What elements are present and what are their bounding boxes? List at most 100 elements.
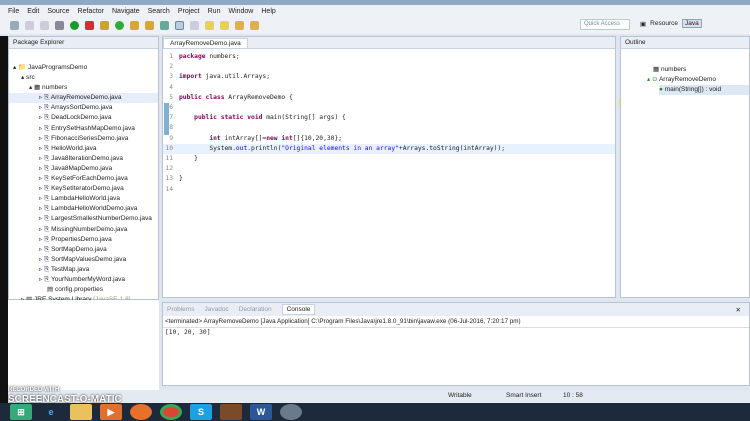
skype-icon[interactable]: S bbox=[190, 404, 212, 420]
code-area[interactable]: 1 package numbers; 2 3 import java.util.Arra… bbox=[163, 49, 615, 195]
save-icon[interactable] bbox=[25, 21, 34, 30]
tree-file[interactable]: ▹ ⎘ PropertiesDemo.java bbox=[9, 235, 158, 245]
project-label: JavaProgramsDemo bbox=[27, 64, 88, 71]
menu-project[interactable]: Project bbox=[178, 8, 200, 15]
menu-search[interactable]: Search bbox=[148, 8, 170, 15]
open-task-icon[interactable] bbox=[145, 21, 154, 30]
new-package-icon[interactable] bbox=[100, 21, 109, 30]
menu-source[interactable]: Source bbox=[47, 8, 69, 15]
status-cursor-position: 10 : 58 bbox=[563, 392, 583, 399]
menu-bar: File Edit Source Refactor Navigate Searc… bbox=[0, 5, 750, 17]
start-icon[interactable]: ⊞ bbox=[10, 404, 32, 420]
code-text: int intArray[]=new int[]{10,20,30}; bbox=[209, 134, 343, 142]
editor-tab[interactable]: ArrayRemoveDemo.java bbox=[163, 38, 248, 48]
menu-window[interactable]: Window bbox=[228, 8, 253, 15]
back-icon[interactable] bbox=[235, 21, 244, 30]
perspective-java[interactable]: Java bbox=[681, 19, 702, 28]
file-label: FibonacciSeriesDemo.java bbox=[51, 134, 129, 142]
outline-class-label: ArrayRemoveDemo bbox=[658, 76, 717, 83]
menu-edit[interactable]: Edit bbox=[27, 8, 39, 15]
menu-file[interactable]: File bbox=[8, 8, 19, 15]
debug-icon[interactable] bbox=[55, 21, 64, 30]
external-tools-icon[interactable] bbox=[85, 21, 94, 30]
file-label: MissingNumberDemo.java bbox=[51, 225, 128, 233]
perspective-resource[interactable]: Resource bbox=[650, 20, 678, 27]
print-icon[interactable] bbox=[40, 21, 49, 30]
tree-file[interactable]: ▹ ⎘ DeadLockDemo.java bbox=[9, 113, 158, 123]
open-perspective-icon[interactable]: ▣ bbox=[640, 20, 646, 28]
run-icon[interactable] bbox=[70, 21, 79, 30]
outline-tab[interactable]: Outline bbox=[625, 39, 646, 46]
quick-access-input[interactable]: Quick Access bbox=[580, 19, 630, 30]
word-icon[interactable]: W bbox=[250, 404, 272, 420]
tree-file[interactable]: ▹ ⎘ Java8MapDemo.java bbox=[9, 164, 158, 174]
file-label: PropertiesDemo.java bbox=[51, 235, 112, 243]
menu-run[interactable]: Run bbox=[208, 8, 221, 15]
package-explorer-tab[interactable]: Package Explorer bbox=[13, 39, 64, 46]
search-icon[interactable] bbox=[160, 21, 169, 30]
annotation-icon[interactable] bbox=[205, 21, 214, 30]
outline-class[interactable]: ▴ ⊙ ArrayRemoveDemo bbox=[647, 75, 749, 85]
tree-project[interactable]: ▴ 📁 JavaProgramsDemo bbox=[9, 63, 158, 73]
tree-file[interactable]: ▹ ⎘ SortMapValuesDemo.java bbox=[9, 255, 158, 265]
tree-file[interactable]: ▹ ⎘ KeySetForEachDemo.java bbox=[9, 174, 158, 184]
line-number: 5 bbox=[169, 93, 173, 101]
menu-refactor[interactable]: Refactor bbox=[78, 8, 104, 15]
tree-file[interactable]: ▹ ⎘ YourNumberMyWord.java bbox=[9, 275, 158, 285]
console-status: <terminated> ArrayRemoveDemo [Java Appli… bbox=[163, 316, 749, 328]
chrome-icon[interactable] bbox=[160, 404, 182, 420]
tab-problems[interactable]: Problems bbox=[167, 306, 194, 313]
console-output[interactable]: [10, 20, 30] bbox=[163, 328, 749, 337]
tree-file[interactable]: ▹ ⎘ SortMapDemo.java bbox=[9, 245, 158, 255]
close-console-icon[interactable]: ✕ bbox=[736, 306, 741, 314]
tree-file[interactable]: ▹ ⎘ ArrayRemoveDemo.java bbox=[9, 93, 158, 104]
tree-file[interactable]: ▹ ⎘ FibonacciSeriesDemo.java bbox=[9, 134, 158, 144]
file-label: LambdaHelloWorld.java bbox=[51, 195, 120, 203]
previous-annotation-icon[interactable] bbox=[220, 21, 229, 30]
tree-file[interactable]: ▹ ⎘ KeySetIteratorDemo.java bbox=[9, 184, 158, 194]
media-icon[interactable]: ▶ bbox=[100, 404, 122, 420]
eclipse-app-icon[interactable] bbox=[220, 404, 242, 420]
tree-file[interactable]: ▹ ⎘ ArraysSortDemo.java bbox=[9, 103, 158, 113]
code-text: public class ArrayRemoveDemo { bbox=[179, 93, 293, 101]
line-number: 13 bbox=[165, 175, 173, 183]
tree-file[interactable]: ▹ ⎘ LambdaHelloWorldDemo.java bbox=[9, 204, 158, 214]
tree-file[interactable]: ▹ ⎘ LargestSmallestNumberDemo.java bbox=[9, 214, 158, 224]
new-class-icon[interactable] bbox=[115, 21, 124, 30]
forward-icon[interactable] bbox=[250, 21, 259, 30]
tab-console[interactable]: Console bbox=[281, 304, 316, 315]
tree-package[interactable]: ▴ ▦ numbers bbox=[9, 83, 158, 93]
file-label: KeySetForEachDemo.java bbox=[51, 175, 128, 183]
menu-help[interactable]: Help bbox=[261, 8, 275, 15]
tree-src[interactable]: ▴ src bbox=[9, 73, 158, 83]
menu-navigate[interactable]: Navigate bbox=[112, 8, 140, 15]
explorer-icon[interactable] bbox=[70, 404, 92, 420]
tab-declaration[interactable]: Declaration bbox=[239, 306, 272, 313]
file-label: ArraysSortDemo.java bbox=[50, 104, 113, 112]
tree-file[interactable]: ▹ ⎘ HelloWorld.java bbox=[9, 144, 158, 154]
tree-config[interactable]: ▤ config.properties bbox=[9, 285, 158, 295]
screen-border bbox=[0, 36, 8, 403]
firefox-icon[interactable] bbox=[130, 404, 152, 420]
new-icon[interactable] bbox=[10, 21, 19, 30]
tree-file[interactable]: ▹ ⎘ EntrySetHashMapDemo.java bbox=[9, 124, 158, 134]
ie-icon[interactable]: e bbox=[40, 404, 62, 420]
outline-package[interactable]: ▦ numbers bbox=[653, 65, 749, 75]
outline-method[interactable]: ● main(String[]) : void bbox=[659, 85, 749, 95]
status-writable: Writable bbox=[448, 392, 472, 399]
open-type-icon[interactable] bbox=[130, 21, 139, 30]
line-number: 12 bbox=[165, 165, 173, 173]
file-label: LargestSmallestNumberDemo.java bbox=[51, 215, 152, 223]
tree-file[interactable]: ▹ ⎘ LambdaHelloWorld.java bbox=[9, 194, 158, 204]
tab-javadoc[interactable]: Javadoc bbox=[204, 306, 228, 313]
tree-file[interactable]: ▹ ⎘ Java8IterationDemo.java bbox=[9, 154, 158, 164]
file-label: SortMapDemo.java bbox=[51, 245, 107, 253]
code-line: 14 bbox=[163, 185, 615, 195]
toggle-mark-occurrences-icon[interactable] bbox=[175, 21, 184, 30]
show-whitespace-icon[interactable] bbox=[190, 21, 199, 30]
screencast-icon[interactable] bbox=[280, 404, 302, 420]
tree-file[interactable]: ▹ ⎘ MissingNumberDemo.java bbox=[9, 225, 158, 235]
code-line: 10 System.out.println("Original elements… bbox=[163, 143, 615, 155]
package-label: numbers bbox=[42, 84, 68, 92]
tree-file[interactable]: ▹ ⎘ TestMap.java bbox=[9, 265, 158, 275]
